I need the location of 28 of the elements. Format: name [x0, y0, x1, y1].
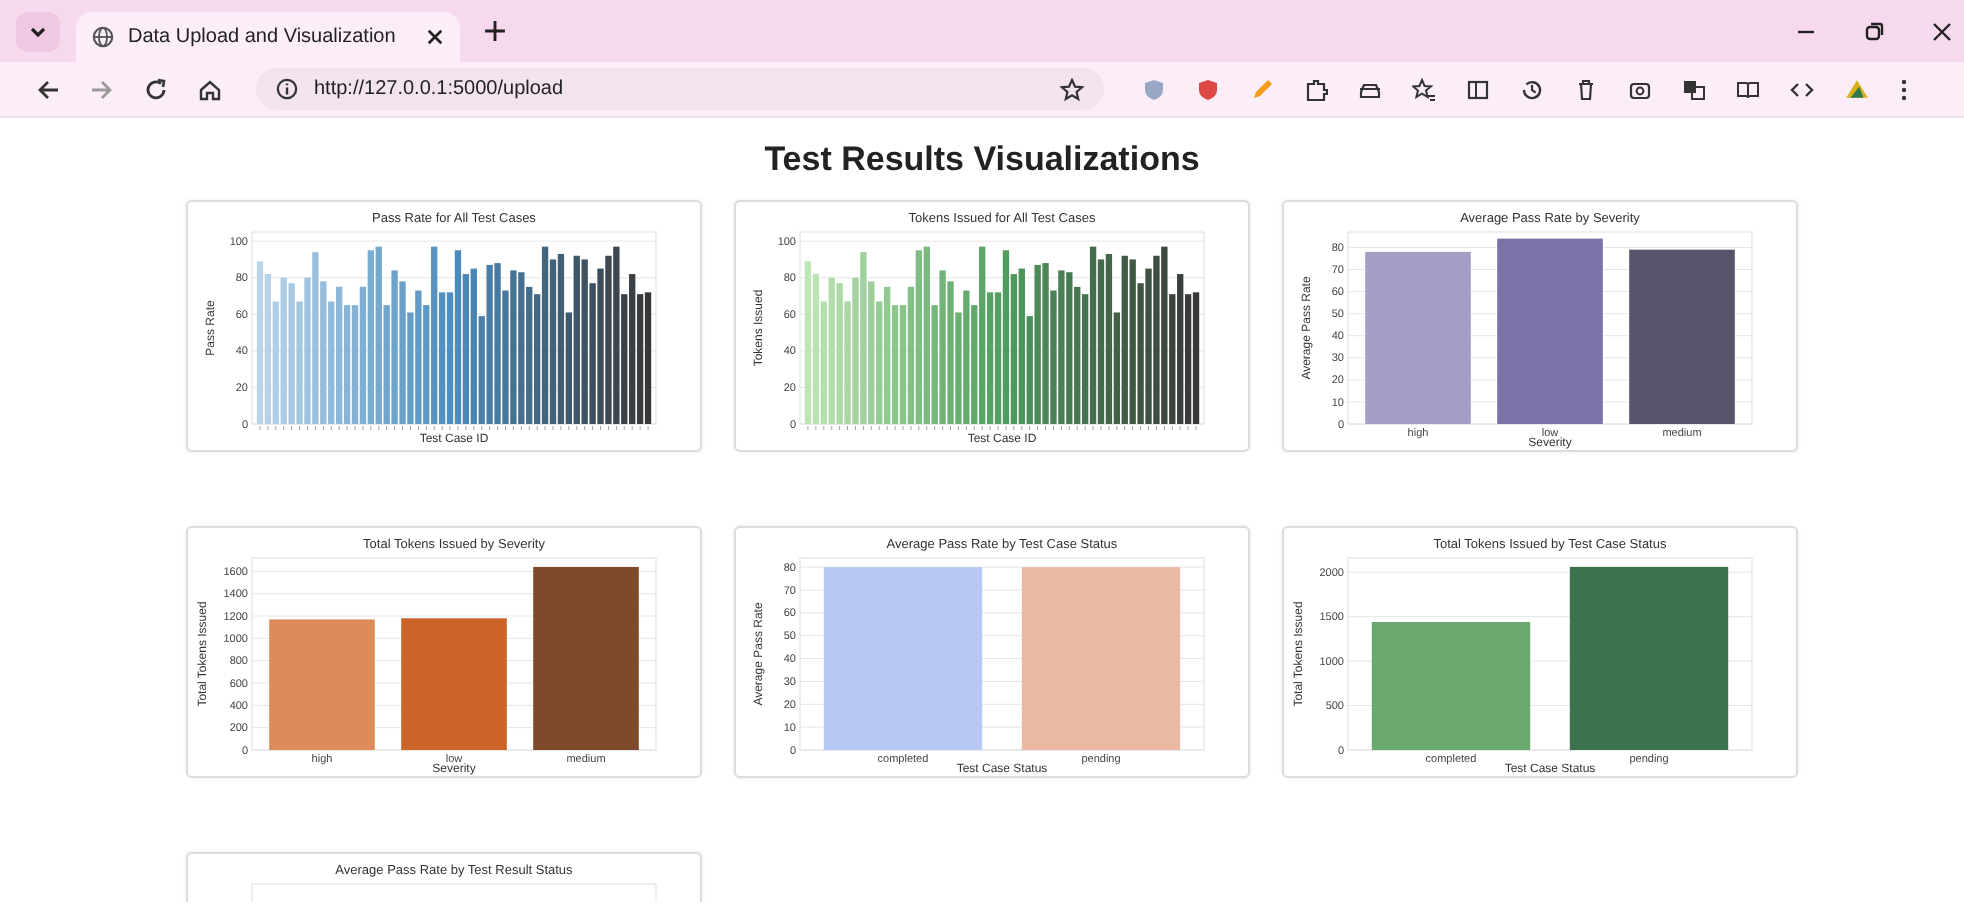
browser-tab[interactable]: Data Upload and Visualization	[76, 12, 460, 62]
new-tab-icon[interactable]	[484, 20, 506, 42]
star-icon[interactable]	[1060, 77, 1084, 101]
tab-title: Data Upload and Visualization	[128, 26, 398, 48]
shield-icon[interactable]	[1196, 77, 1220, 101]
menu-icon[interactable]	[1900, 77, 1908, 101]
close-window-icon[interactable]	[1932, 21, 1952, 41]
sidebar-icon[interactable]	[1466, 77, 1490, 101]
tab-list-button[interactable]	[16, 11, 60, 51]
page-heading: Test Results Visualizations	[764, 140, 1200, 180]
url-text: http://127.0.0.1:5000/upload	[314, 78, 564, 100]
close-icon[interactable]	[426, 28, 444, 46]
star-list-icon[interactable]	[1412, 77, 1436, 101]
home-icon[interactable]	[198, 77, 222, 101]
forward-icon[interactable]	[90, 77, 114, 101]
restore-icon[interactable]	[1864, 21, 1884, 41]
camera-icon[interactable]	[1628, 77, 1652, 101]
trash-icon[interactable]	[1574, 77, 1598, 101]
profile-icon[interactable]	[1844, 76, 1870, 102]
back-icon[interactable]	[36, 77, 60, 101]
reader-icon[interactable]	[1736, 77, 1760, 101]
puzzle-icon[interactable]	[1304, 77, 1328, 101]
code-icon[interactable]	[1790, 77, 1814, 101]
address-bar[interactable]: http://127.0.0.1:5000/upload	[256, 68, 1104, 110]
reload-icon[interactable]	[144, 77, 168, 101]
history-icon[interactable]	[1520, 77, 1544, 101]
info-icon[interactable]	[276, 78, 298, 100]
globe-icon	[92, 26, 114, 48]
